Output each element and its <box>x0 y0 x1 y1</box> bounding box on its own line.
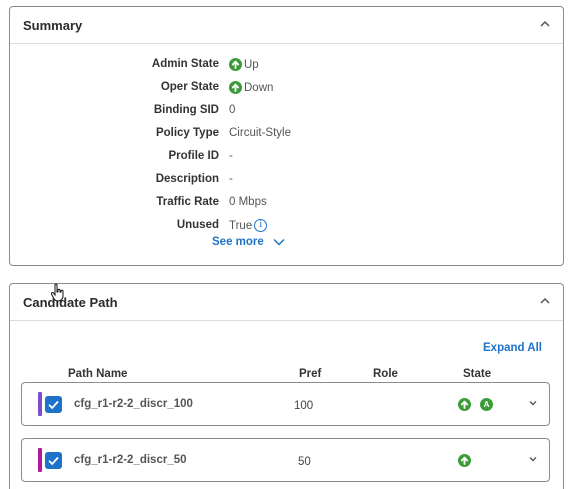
candidate-path-panel: Candidate Path Expand All Path Name Pref… <box>9 283 564 489</box>
path-color-bar <box>38 448 42 472</box>
binding-sid-label: Binding SID <box>153 104 219 116</box>
policy-type-label: Policy Type <box>155 127 219 139</box>
path-name: cfg_r1-r2-2_discr_100 <box>74 398 193 410</box>
column-header-path-name[interactable]: Path Name <box>68 368 127 380</box>
summary-title: Summary <box>23 18 83 33</box>
unused-value: True <box>229 219 253 232</box>
checkmark-icon <box>48 400 59 410</box>
see-more-link[interactable]: See more <box>212 236 285 248</box>
traffic-rate-value: 0 Mbps <box>229 196 267 208</box>
binding-sid-row: Binding SID 0 <box>10 102 565 120</box>
admin-state-value: Up <box>244 58 259 71</box>
admin-state-row: Admin State Up <box>10 56 565 74</box>
column-header-state[interactable]: State <box>463 368 491 380</box>
description-value: - <box>229 173 233 185</box>
summary-panel: Summary Admin State Up Oper State Down B… <box>9 6 564 266</box>
description-row: Description - <box>10 171 565 189</box>
arrow-up-green-icon <box>458 398 471 411</box>
profile-id-label: Profile ID <box>168 150 219 162</box>
path-checkbox[interactable] <box>45 396 62 413</box>
arrow-up-green-icon <box>458 454 471 467</box>
description-label: Description <box>155 173 219 185</box>
path-pref: 50 <box>298 456 311 468</box>
traffic-rate-label: Traffic Rate <box>156 196 219 208</box>
oper-state-row: Oper State Down <box>10 79 565 97</box>
candidate-path-title: Candidate Path <box>23 295 118 310</box>
see-more-label: See more <box>212 236 264 248</box>
profile-id-row: Profile ID - <box>10 148 565 166</box>
arrow-up-green-icon <box>229 58 242 71</box>
summary-header[interactable]: Summary <box>10 7 563 44</box>
traffic-rate-row: Traffic Rate 0 Mbps <box>10 194 565 212</box>
candidate-path-row[interactable]: cfg_r1-r2-2_discr_100 100 A <box>21 382 550 426</box>
chevron-up-icon[interactable] <box>539 19 551 29</box>
candidate-path-row[interactable]: cfg_r1-r2-2_discr_50 50 <box>21 438 550 482</box>
chevron-up-icon[interactable] <box>539 296 551 306</box>
admin-state-label: Admin State <box>151 58 219 70</box>
unused-row: Unused True i <box>10 217 565 235</box>
path-state: A <box>458 398 493 411</box>
chevron-down-icon[interactable] <box>528 455 538 463</box>
policy-type-row: Policy Type Circuit-Style <box>10 125 565 143</box>
profile-id-value: - <box>229 150 233 162</box>
arrow-up-green-icon <box>229 81 242 94</box>
policy-type-value: Circuit-Style <box>229 127 291 139</box>
path-pref: 100 <box>294 400 314 412</box>
candidate-path-header[interactable]: Candidate Path <box>10 284 563 321</box>
unused-label: Unused <box>176 219 219 231</box>
chevron-down-icon <box>273 238 285 246</box>
column-header-pref[interactable]: Pref <box>299 368 321 380</box>
chevron-down-icon[interactable] <box>528 399 538 407</box>
column-header-role[interactable]: Role <box>373 368 398 380</box>
hand-cursor-icon <box>50 283 64 302</box>
oper-state-label: Oper State <box>160 81 219 93</box>
active-badge-icon: A <box>480 398 493 411</box>
info-icon[interactable]: i <box>254 219 268 232</box>
expand-all-link[interactable]: Expand All <box>483 342 542 354</box>
binding-sid-value: 0 <box>229 104 236 116</box>
path-checkbox[interactable] <box>45 452 62 469</box>
path-color-bar <box>38 392 42 416</box>
path-name: cfg_r1-r2-2_discr_50 <box>74 454 187 466</box>
path-state <box>458 454 480 467</box>
oper-state-value: Down <box>244 81 274 94</box>
checkmark-icon <box>48 456 59 466</box>
